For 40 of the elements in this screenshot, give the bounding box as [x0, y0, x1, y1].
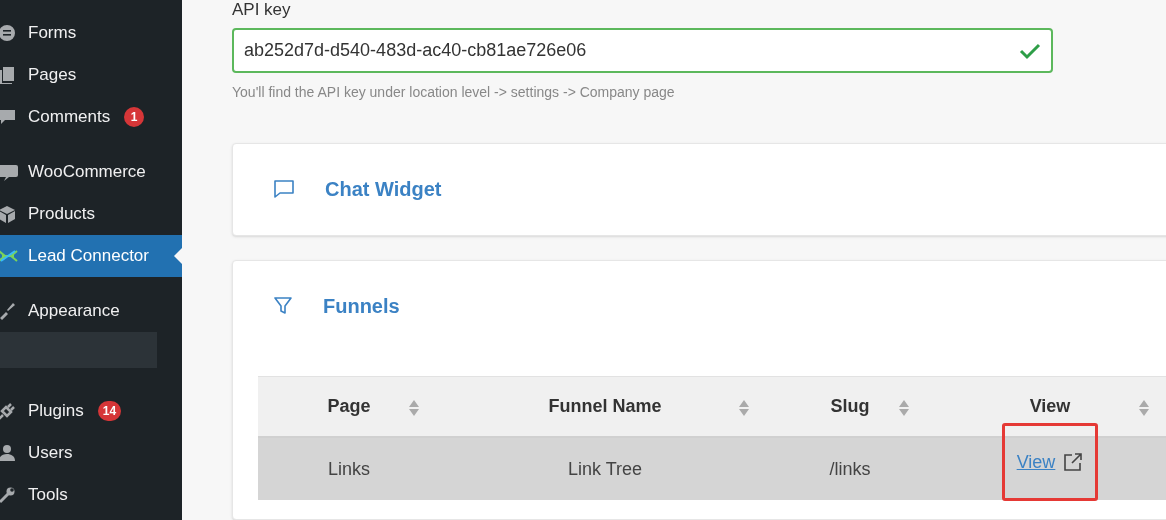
speech-bubble-icon [0, 163, 18, 181]
card-title[interactable]: Chat Widget [325, 174, 442, 204]
table-cell-text: /links [829, 457, 871, 481]
table-cell-text: Links [328, 457, 370, 481]
check-icon [1019, 41, 1041, 60]
menu-item[interactable]: Appearance [0, 290, 182, 332]
user-icon [0, 444, 18, 462]
external-link-icon[interactable] [1063, 452, 1084, 472]
menu-item[interactable]: Forms [0, 12, 182, 54]
menu-item[interactable]: Plugins 14 [0, 390, 182, 432]
count-badge: 1 [124, 107, 145, 127]
menu-item[interactable]: WooCommerce [0, 151, 182, 193]
menu-item[interactable]: Pages [0, 54, 182, 96]
card-title[interactable]: Funnels [323, 291, 400, 321]
menu-item[interactable]: Comments 1 [0, 96, 182, 138]
table-cell-text: Link Tree [567, 457, 642, 481]
menu-item[interactable]: Users [0, 432, 182, 474]
column-header[interactable]: View [1029, 393, 1071, 420]
pointer-icon [174, 248, 182, 264]
menu-item[interactable]: Tools [0, 474, 182, 516]
menu-item[interactable]: Lead Connector [0, 235, 182, 277]
crossed-arrows-icon [0, 247, 18, 265]
brush-icon [0, 302, 18, 320]
sort-icon[interactable] [1138, 399, 1150, 417]
box-icon [0, 205, 18, 223]
filter-icon [273, 296, 293, 316]
sort-icon[interactable] [738, 399, 750, 417]
sort-icon[interactable] [898, 399, 910, 417]
sort-icon[interactable] [408, 399, 420, 417]
column-header[interactable]: Slug [830, 393, 870, 420]
speech-bubble-icon [0, 108, 18, 126]
plug-icon [0, 402, 18, 420]
field-label: API key [232, 0, 291, 20]
help-text: You'll find the API key under location level -> settings -> Company page [232, 83, 676, 102]
api-key-field[interactable]: ab252d7d-d540-483d-ac40-cb81ae726e06 [232, 28, 1053, 73]
menu-item[interactable]: Products [0, 193, 182, 235]
column-header[interactable]: Funnel Name [548, 393, 662, 420]
column-header[interactable]: Page [327, 393, 371, 420]
count-badge: 14 [97, 401, 122, 421]
chat-icon [273, 179, 295, 199]
